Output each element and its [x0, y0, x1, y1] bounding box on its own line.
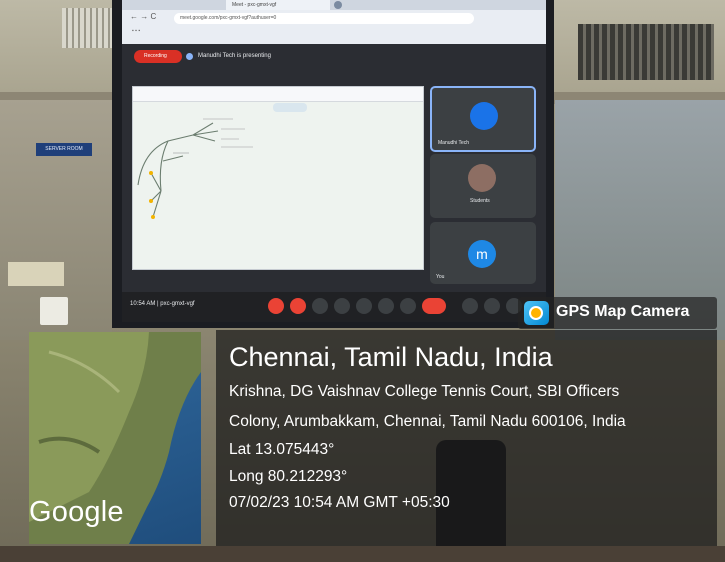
address-row: ← → C meet.google.com/pxc-gmxt-vgf?authu… — [122, 12, 546, 26]
present-icon[interactable] — [378, 298, 394, 314]
gps-camera-icon — [524, 301, 549, 325]
slide-toolbar — [133, 87, 423, 102]
meeting-time: 10:54 AM | pxc-gmxt-vgf — [130, 301, 195, 307]
projection-screen: Meet - pxc-gmxt-vgf ← → C meet.google.co… — [122, 0, 546, 322]
map-thumbnail: Google — [29, 332, 201, 544]
browser-tab[interactable]: Meet - pxc-gmxt-vgf — [226, 0, 330, 10]
window-left — [62, 8, 114, 48]
mic-off-icon[interactable] — [268, 298, 284, 314]
recording-badge: Recording — [134, 50, 182, 63]
address-line-1: Krishna, DG Vaishnav College Tennis Cour… — [229, 383, 620, 400]
presenter-icon — [186, 53, 193, 60]
participant-tile[interactable]: Students — [430, 154, 536, 218]
participant-avatar — [470, 102, 498, 130]
info-icon[interactable] — [462, 298, 478, 314]
bookmarks-bar: ▪ ▪ ▪ — [132, 28, 141, 34]
end-call-icon[interactable] — [422, 298, 446, 314]
address-line-2: Colony, Arumbakkam, Chennai, Tamil Nadu … — [229, 413, 626, 430]
desk — [0, 546, 725, 562]
participant-avatar: m — [468, 240, 496, 268]
browser-chrome: Meet - pxc-gmxt-vgf ← → C meet.google.co… — [122, 0, 546, 44]
participant-name: Students — [470, 198, 490, 204]
participant-name: Manudhi Tech — [438, 140, 470, 146]
more-options-icon[interactable] — [400, 298, 416, 314]
presenting-text: Manudhi Tech is presenting — [198, 53, 271, 59]
latitude: Lat 13.075443° — [229, 441, 335, 458]
camera-off-icon[interactable] — [290, 298, 306, 314]
captions-icon[interactable] — [312, 298, 328, 314]
tab-strip: Meet - pxc-gmxt-vgf — [122, 0, 546, 10]
people-icon[interactable] — [484, 298, 500, 314]
participant-tile[interactable]: Manudhi Tech — [430, 86, 536, 152]
new-tab-icon[interactable] — [334, 1, 342, 9]
longitude: Long 80.212293° — [229, 468, 348, 485]
address-bar[interactable]: meet.google.com/pxc-gmxt-vgf?authuser=0 — [174, 13, 474, 24]
shared-slide — [132, 86, 424, 270]
participant-name: You — [436, 274, 445, 280]
wall-switch — [40, 297, 68, 325]
door-sign: SERVER ROOM — [36, 143, 92, 156]
participant-avatar — [468, 164, 496, 192]
raise-hand-icon[interactable] — [334, 298, 350, 314]
wall-notice — [8, 262, 64, 286]
ac-vent — [578, 24, 714, 80]
gps-app-name: GPS Map Camera — [556, 303, 690, 320]
location-title: Chennai, Tamil Nadu, India — [229, 342, 553, 372]
datetime: 07/02/23 10:54 AM GMT +05:30 — [229, 494, 450, 511]
meet-control-bar: 10:54 AM | pxc-gmxt-vgf — [122, 292, 546, 322]
gps-app-badge: GPS Map Camera — [518, 297, 717, 329]
mind-map-drawing — [137, 118, 253, 219]
map-brand: Google — [29, 496, 124, 528]
nav-arrows-icon[interactable]: ← → C — [130, 12, 156, 21]
emoji-icon[interactable] — [356, 298, 372, 314]
participant-tile[interactable]: m You — [430, 222, 536, 284]
